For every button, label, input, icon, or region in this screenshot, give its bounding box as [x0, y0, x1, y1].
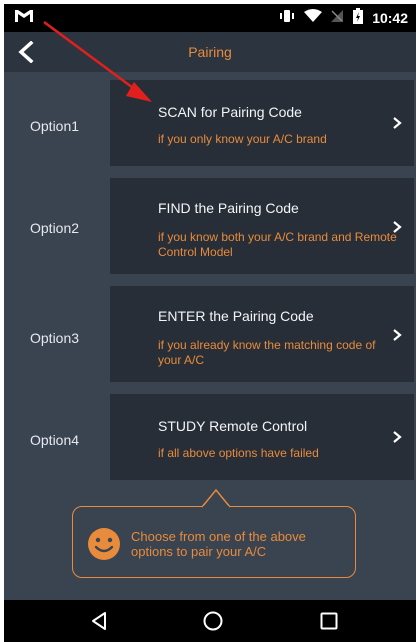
option-title: FIND the Pairing Code	[158, 200, 299, 216]
option-label: Option3	[30, 330, 80, 346]
chevron-right-icon	[393, 329, 402, 341]
option-subtitle: if you already know the matching code of…	[158, 338, 376, 367]
option-subtitle: if all above options have failed	[158, 446, 319, 460]
app-header: Pairing	[4, 32, 416, 72]
status-right: 10:42	[278, 7, 408, 29]
option-card-study[interactable]: STUDY Remote Control if all above option…	[110, 394, 414, 480]
option-title: STUDY Remote Control	[158, 418, 308, 434]
gmail-icon	[14, 9, 34, 28]
page-title: Pairing	[188, 44, 232, 60]
status-time: 10:42	[372, 10, 408, 26]
option-row-3: Option3 ENTER the Pairing Code if you al…	[4, 286, 416, 382]
option-card-find[interactable]: FIND the Pairing Code if you know both y…	[110, 178, 414, 274]
option-row-2: Option2 FIND the Pairing Code if you kno…	[4, 178, 416, 274]
back-triangle-icon[interactable]	[88, 610, 110, 632]
option-card-enter[interactable]: ENTER the Pairing Code if you already kn…	[110, 286, 414, 382]
no-signal-icon	[330, 9, 344, 28]
options-panel: Option1 SCAN for Pairing Code if you onl…	[4, 72, 416, 600]
wifi-icon	[304, 8, 323, 28]
option-label: Option2	[30, 220, 80, 236]
option-row-1: Option1 SCAN for Pairing Code if you onl…	[4, 80, 416, 168]
option-label: Option1	[30, 118, 80, 134]
option-subtitle: if you know both your A/C brand and Remo…	[158, 230, 397, 259]
option-title: SCAN for Pairing Code	[158, 104, 302, 120]
recents-square-icon[interactable]	[318, 610, 340, 632]
chevron-right-icon	[393, 117, 402, 129]
back-button[interactable]	[12, 38, 40, 66]
tooltip-text: Choose from one of the above options to …	[131, 529, 306, 559]
smiley-icon	[88, 528, 120, 560]
vibrate-icon	[278, 9, 296, 28]
back-chevron-icon	[18, 41, 34, 63]
chevron-right-icon	[393, 431, 402, 443]
option-row-4: Option4 STUDY Remote Control if all abov…	[4, 394, 416, 482]
home-circle-icon[interactable]	[202, 610, 224, 632]
navigation-bar	[4, 600, 416, 642]
tooltip-pointer	[202, 488, 230, 508]
chevron-right-icon	[393, 221, 402, 233]
option-title: ENTER the Pairing Code	[158, 308, 314, 324]
help-tooltip: Choose from one of the above options to …	[72, 506, 356, 578]
status-bar: 10:42	[4, 4, 416, 32]
battery-icon	[352, 7, 364, 29]
status-left	[14, 9, 34, 28]
option-card-scan[interactable]: SCAN for Pairing Code if you only know y…	[110, 80, 414, 166]
option-label: Option4	[30, 432, 80, 448]
option-subtitle: if you only know your A/C brand	[158, 132, 327, 146]
